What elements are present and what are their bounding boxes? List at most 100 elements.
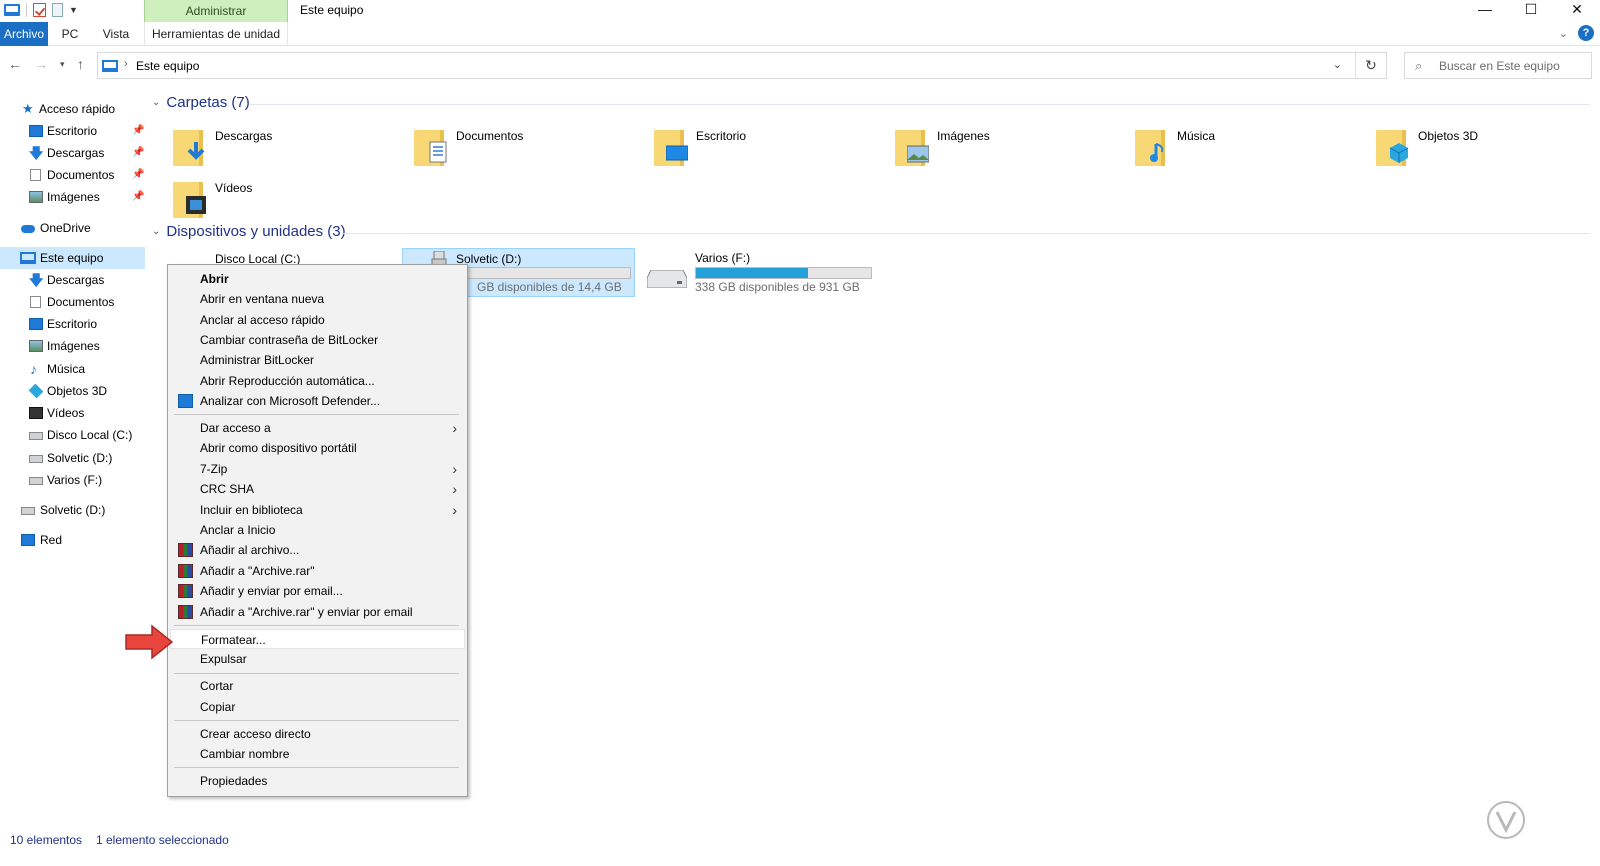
desktop-badge-icon — [666, 145, 688, 161]
nav-quick-access[interactable]: ★ Acceso rápido — [0, 98, 145, 120]
tab-pc[interactable]: PC — [54, 22, 86, 46]
download-icon: 🡇 — [29, 272, 44, 288]
nav-item-solvetic-d[interactable]: Solvetic (D:) — [0, 447, 145, 469]
pin-icon[interactable]: 📌 — [132, 186, 144, 208]
devices-group-header[interactable]: ⌄ Dispositivos y unidades (3) — [152, 223, 346, 240]
back-arrow-icon[interactable]: ← — [8, 56, 22, 72]
nav-item-descargas-pinned[interactable]: 🡇 Descargas 📌 — [0, 142, 145, 164]
menu-item-propiedades[interactable]: Propiedades — [170, 771, 465, 791]
menu-item-copiar[interactable]: Copiar — [170, 697, 465, 717]
nav-item-imagenes-pinned[interactable]: Imágenes 📌 — [0, 186, 145, 208]
menu-item-analizar-con-microsoft-defender[interactable]: Analizar con Microsoft Defender... — [170, 391, 465, 411]
folder-documentos[interactable]: Documentos — [414, 124, 644, 174]
refresh-icon[interactable]: ↻ — [1355, 53, 1386, 78]
menu-item-7-zip[interactable]: 7-Zip › — [170, 459, 465, 479]
maximize-button[interactable]: ☐ — [1508, 0, 1554, 22]
this-pc-icon[interactable] — [4, 4, 20, 16]
help-icon[interactable]: ? — [1578, 25, 1594, 41]
menu-item-añadir-al-archivo[interactable]: Añadir al archivo... — [170, 540, 465, 560]
new-folder-icon[interactable] — [52, 3, 63, 17]
folder-musica[interactable]: Música — [1135, 124, 1365, 174]
nav-item-documentos[interactable]: Documentos — [0, 291, 145, 313]
this-pc-icon — [102, 60, 118, 72]
folder-objetos-3d[interactable]: Objetos 3D — [1376, 124, 1600, 174]
submenu-chevron-icon: › — [452, 420, 457, 436]
menu-item-administrar-bitlocker[interactable]: Administrar BitLocker — [170, 350, 465, 370]
recent-locations-chevron-icon[interactable]: ▾ — [60, 59, 65, 70]
properties-check-icon[interactable] — [33, 3, 46, 17]
nav-item-videos[interactable]: Vídeos — [0, 402, 145, 424]
nav-item-documentos-pinned[interactable]: Documentos 📌 — [0, 164, 145, 186]
menu-item-incluir-en-biblioteca[interactable]: Incluir en biblioteca › — [170, 500, 465, 520]
menu-item-dar-acceso-a[interactable]: Dar acceso a › — [170, 418, 465, 438]
nav-label: Escritorio — [47, 124, 98, 138]
tab-vista[interactable]: Vista — [96, 22, 136, 46]
collapse-chevron-icon[interactable]: ⌄ — [152, 97, 160, 108]
desktop-icon — [29, 125, 43, 137]
nav-este-equipo[interactable]: Este equipo — [0, 247, 145, 269]
status-bar: 10 elementos 1 elemento seleccionado — [0, 830, 1600, 852]
nav-item-descargas[interactable]: 🡇 Descargas — [0, 269, 145, 291]
submenu-chevron-icon: › — [452, 461, 457, 477]
menu-item-anclar-al-acceso-rápido[interactable]: Anclar al acceso rápido — [170, 310, 465, 330]
collapse-chevron-icon[interactable]: ⌄ — [152, 226, 160, 237]
menu-item-anclar-a-inicio[interactable]: Anclar a Inicio — [170, 520, 465, 540]
menu-item-formatear[interactable]: Formatear... — [170, 629, 465, 649]
folder-escritorio[interactable]: Escritorio — [654, 124, 884, 174]
nav-item-musica[interactable]: ♪ Música — [0, 358, 145, 380]
menu-item-crear-acceso-directo[interactable]: Crear acceso directo — [170, 724, 465, 744]
breadcrumb-chevron-icon[interactable]: › — [124, 58, 128, 70]
menu-item-añadir-y-enviar-por-email[interactable]: Añadir y enviar por email... — [170, 581, 465, 601]
nav-item-varios-f[interactable]: Varios (F:) — [0, 469, 145, 491]
menu-item-añadir-a-archive-rar[interactable]: Añadir a "Archive.rar" — [170, 561, 465, 581]
nav-solvetic-d-root[interactable]: Solvetic (D:) — [0, 499, 145, 521]
close-button[interactable]: ✕ — [1554, 0, 1600, 22]
menu-item-abrir-reproducción-automática[interactable]: Abrir Reproducción automática... — [170, 371, 465, 391]
nav-item-escritorio[interactable]: Escritorio — [0, 313, 145, 335]
menu-item-abrir-como-dispositivo-portátil[interactable]: Abrir como dispositivo portátil — [170, 438, 465, 458]
menu-item-expulsar[interactable]: Expulsar — [170, 649, 465, 669]
menu-item-cortar[interactable]: Cortar — [170, 676, 465, 696]
menu-item-cambiar-contraseña-de-bitlocker[interactable]: Cambiar contraseña de BitLocker — [170, 330, 465, 350]
nav-item-escritorio-pinned[interactable]: Escritorio 📌 — [0, 120, 145, 142]
drive-varios-f[interactable]: Varios (F:) 338 GB disponibles de 931 GB — [645, 248, 875, 296]
nav-onedrive[interactable]: OneDrive — [0, 217, 145, 239]
nav-red[interactable]: Red — [0, 529, 145, 551]
up-arrow-icon[interactable]: ↑ — [77, 56, 84, 72]
folder-videos[interactable]: Vídeos — [173, 176, 403, 226]
customize-toolbar-dropdown-icon[interactable]: ▼ — [69, 5, 78, 15]
nav-label: Acceso rápido — [39, 102, 116, 116]
pin-icon[interactable]: 📌 — [132, 120, 144, 142]
search-input[interactable]: ⌕ Buscar en Este equipo — [1404, 52, 1592, 79]
nav-item-disco-local-c[interactable]: Disco Local (C:) — [0, 424, 145, 446]
menu-item-crc-sha[interactable]: CRC SHA › — [170, 479, 465, 499]
address-dropdown-icon[interactable]: ⌄ — [1333, 58, 1342, 71]
address-bar[interactable]: › Este equipo ⌄ ↻ — [97, 52, 1387, 79]
videos-badge-icon — [186, 196, 206, 214]
search-icon: ⌕ — [1415, 58, 1423, 73]
menu-item-abrir[interactable]: Abrir — [170, 269, 465, 289]
menu-item-label: Incluir en biblioteca — [200, 503, 303, 517]
tab-archivo[interactable]: Archivo — [0, 22, 48, 46]
folder-imagenes[interactable]: Imágenes — [895, 124, 1125, 174]
menu-item-cambiar-nombre[interactable]: Cambiar nombre — [170, 744, 465, 764]
nav-label: Imágenes — [47, 339, 100, 353]
minimize-button[interactable]: — — [1462, 0, 1508, 22]
search-placeholder: Buscar en Este equipo — [1439, 59, 1560, 73]
pin-icon[interactable]: 📌 — [132, 164, 144, 186]
folders-group-header[interactable]: ⌄ Carpetas (7) — [152, 94, 250, 111]
nav-item-objetos-3d[interactable]: Objetos 3D — [0, 380, 145, 402]
forward-arrow-icon[interactable]: → — [34, 56, 48, 72]
menu-item-añadir-a-archive-rar-y-enviar-por-email[interactable]: Añadir a "Archive.rar" y enviar por emai… — [170, 602, 465, 622]
expand-ribbon-chevron-icon[interactable]: ⌄ — [1559, 27, 1568, 40]
menu-item-label: Crear acceso directo — [200, 727, 311, 741]
menu-separator — [174, 720, 459, 721]
documents-badge-icon — [429, 141, 447, 163]
breadcrumb[interactable]: Este equipo — [136, 59, 199, 73]
usb-drive-icon — [21, 507, 35, 515]
menu-item-abrir-en-ventana-nueva[interactable]: Abrir en ventana nueva — [170, 289, 465, 309]
tab-herramientas-de-unidad[interactable]: Herramientas de unidad — [144, 22, 288, 46]
pin-icon[interactable]: 📌 — [132, 142, 144, 164]
nav-item-imagenes[interactable]: Imágenes — [0, 335, 145, 357]
folder-descargas[interactable]: Descargas — [173, 124, 403, 174]
